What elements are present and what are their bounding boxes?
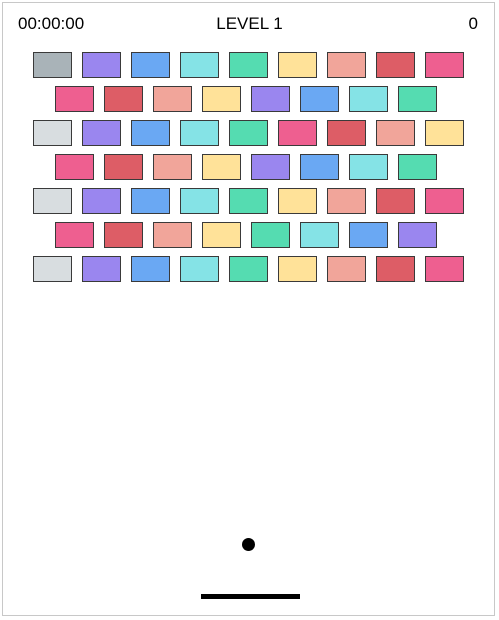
brick bbox=[229, 120, 268, 146]
brick bbox=[278, 188, 317, 214]
brick bbox=[202, 86, 241, 112]
brick bbox=[82, 120, 121, 146]
brick bbox=[327, 52, 366, 78]
brick bbox=[180, 256, 219, 282]
brick bbox=[278, 52, 317, 78]
brick bbox=[300, 154, 339, 180]
brick bbox=[251, 86, 290, 112]
brick bbox=[202, 154, 241, 180]
brick bbox=[202, 222, 241, 248]
brick bbox=[251, 154, 290, 180]
brick bbox=[180, 52, 219, 78]
brick bbox=[398, 86, 437, 112]
brick bbox=[300, 86, 339, 112]
brick bbox=[33, 188, 72, 214]
brick bbox=[180, 188, 219, 214]
level-indicator: LEVEL 1 bbox=[216, 14, 283, 33]
brick bbox=[153, 86, 192, 112]
brick bbox=[398, 222, 437, 248]
brick bbox=[425, 120, 464, 146]
brick bbox=[131, 120, 170, 146]
brick bbox=[376, 188, 415, 214]
brick bbox=[376, 256, 415, 282]
brick bbox=[131, 188, 170, 214]
brick bbox=[327, 188, 366, 214]
brick bbox=[376, 52, 415, 78]
brick bbox=[425, 188, 464, 214]
brick bbox=[153, 222, 192, 248]
brick bbox=[33, 120, 72, 146]
brick bbox=[55, 222, 94, 248]
brick bbox=[82, 52, 121, 78]
brick bbox=[131, 256, 170, 282]
brick bbox=[425, 52, 464, 78]
brick bbox=[251, 222, 290, 248]
brick bbox=[131, 52, 170, 78]
brick bbox=[229, 188, 268, 214]
brick bbox=[278, 120, 317, 146]
brick bbox=[180, 120, 219, 146]
brick bbox=[327, 120, 366, 146]
paddle[interactable] bbox=[201, 594, 300, 599]
brick bbox=[153, 154, 192, 180]
brick bbox=[104, 86, 143, 112]
brick bbox=[55, 154, 94, 180]
brick bbox=[425, 256, 464, 282]
brick bbox=[376, 120, 415, 146]
brick bbox=[349, 154, 388, 180]
brick bbox=[278, 256, 317, 282]
ball bbox=[242, 538, 255, 551]
brick bbox=[229, 52, 268, 78]
brick bbox=[55, 86, 94, 112]
brick bbox=[33, 256, 72, 282]
brick bbox=[398, 154, 437, 180]
brick bbox=[104, 154, 143, 180]
brick bbox=[349, 222, 388, 248]
score-display: 0 bbox=[468, 14, 478, 33]
brick bbox=[82, 256, 121, 282]
brick bbox=[82, 188, 121, 214]
brick bbox=[229, 256, 268, 282]
brick bbox=[349, 86, 388, 112]
brick bbox=[327, 256, 366, 282]
brick bbox=[300, 222, 339, 248]
game-board[interactable]: 00:00:00 LEVEL 1 0 bbox=[2, 2, 495, 616]
brick bbox=[33, 52, 72, 78]
brick bbox=[104, 222, 143, 248]
